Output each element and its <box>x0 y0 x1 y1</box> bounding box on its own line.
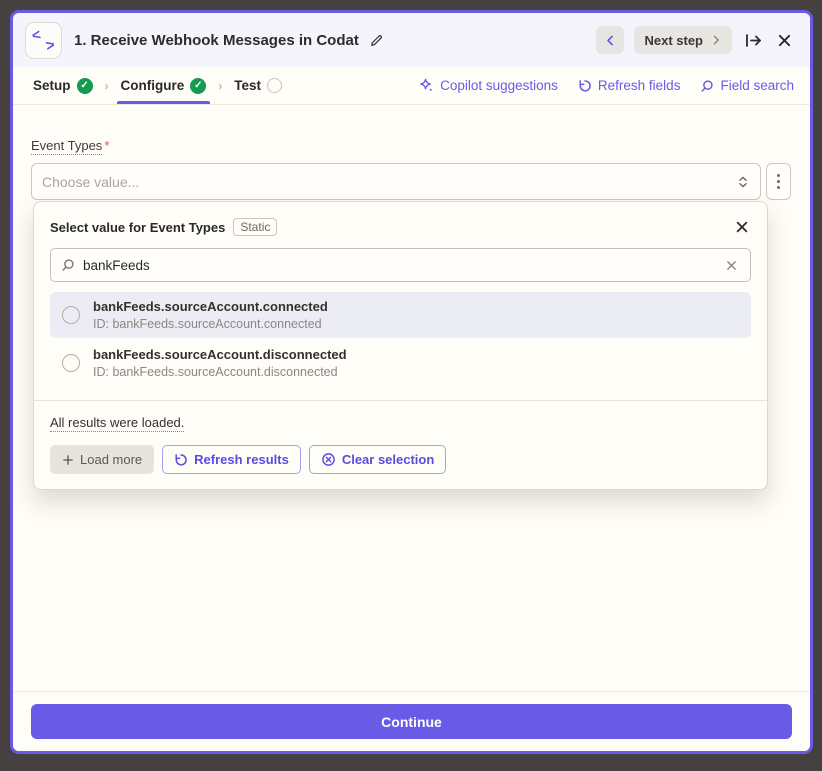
refresh-icon <box>174 453 188 467</box>
static-badge: Static <box>233 218 277 236</box>
tab-configure[interactable]: Configure ✓ <box>121 67 207 104</box>
test-incomplete-icon <box>267 78 282 93</box>
step-header: < > 1. Receive Webhook Messages in Codat… <box>13 13 810 67</box>
clear-search-button[interactable] <box>723 257 740 274</box>
refresh-results-button[interactable]: Refresh results <box>162 445 301 474</box>
continue-button[interactable]: Continue <box>31 704 792 739</box>
field-search-label: Field search <box>720 78 794 93</box>
step-title-text: 1. Receive Webhook Messages in Codat <box>74 32 359 49</box>
option-id: ID: bankFeeds.sourceAccount.connected <box>93 317 328 331</box>
tab-test[interactable]: Test <box>234 67 282 104</box>
tab-setup-label: Setup <box>33 78 71 93</box>
close-panel-button[interactable] <box>775 31 794 50</box>
results-loaded-status: All results were loaded. <box>50 415 184 432</box>
event-types-field-label: Event Types * <box>31 138 109 155</box>
select-value-modal: Select value for Event Types Static <box>33 201 768 490</box>
copilot-suggestions-label: Copilot suggestions <box>440 78 558 93</box>
previous-step-button[interactable] <box>596 26 624 54</box>
chevron-left-icon <box>604 34 617 47</box>
option-label: bankFeeds.sourceAccount.disconnected <box>93 347 347 362</box>
clear-search-icon <box>725 259 738 272</box>
modal-search-box <box>50 248 751 282</box>
modal-footer-buttons: Load more Refresh results Clear selectio… <box>50 445 751 474</box>
option-label: bankFeeds.sourceAccount.connected <box>93 299 328 314</box>
clear-selection-button[interactable]: Clear selection <box>309 445 447 474</box>
tab-separator-icon: › <box>218 79 222 93</box>
select-placeholder: Choose value... <box>42 174 736 190</box>
step-tabbar: Setup ✓ › Configure ✓ › Test Copilot sug… <box>13 67 810 105</box>
field-label-text: Event Types <box>31 138 102 155</box>
collapse-panel-icon <box>744 32 763 49</box>
search-icon <box>61 258 75 272</box>
edit-title-button[interactable] <box>367 31 386 50</box>
load-more-button[interactable]: Load more <box>50 445 154 474</box>
event-types-select[interactable]: Choose value... <box>31 163 761 200</box>
next-step-button[interactable]: Next step <box>634 26 732 54</box>
select-chevron-icon <box>736 174 750 190</box>
refresh-icon <box>578 79 592 93</box>
close-icon <box>735 220 749 234</box>
option-disconnected[interactable]: bankFeeds.sourceAccount.disconnected ID:… <box>50 340 751 386</box>
header-actions: Next step <box>596 26 794 54</box>
configure-form: Event Types * Choose value... Select val… <box>13 105 810 691</box>
option-list: bankFeeds.sourceAccount.connected ID: ba… <box>34 292 767 400</box>
clear-circle-icon <box>321 452 336 467</box>
modal-search-input[interactable] <box>83 258 715 273</box>
sparkle-icon <box>419 78 434 93</box>
refresh-results-label: Refresh results <box>194 452 289 467</box>
configure-complete-icon: ✓ <box>190 78 206 94</box>
event-types-field-row: Choose value... <box>31 163 791 200</box>
modal-footer: All results were loaded. Load more Refre… <box>34 400 767 489</box>
tab-test-label: Test <box>234 78 261 93</box>
refresh-fields-button[interactable]: Refresh fields <box>578 78 681 93</box>
step-editor-panel: < > 1. Receive Webhook Messages in Codat… <box>10 10 813 754</box>
panel-footer: Continue <box>13 691 810 751</box>
modal-search-wrap <box>34 246 767 292</box>
search-icon <box>700 79 714 93</box>
modal-header: Select value for Event Types Static <box>34 202 767 246</box>
close-icon <box>777 33 792 48</box>
chevron-right-icon <box>710 34 722 46</box>
modal-title: Select value for Event Types <box>50 220 225 235</box>
pencil-icon <box>369 33 384 48</box>
code-bracket-right-icon: > <box>45 37 57 53</box>
modal-close-button[interactable] <box>733 218 751 236</box>
field-menu-button[interactable] <box>766 163 791 200</box>
step-title: 1. Receive Webhook Messages in Codat <box>74 31 584 50</box>
plus-icon <box>62 454 74 466</box>
load-more-label: Load more <box>80 452 142 467</box>
option-connected[interactable]: bankFeeds.sourceAccount.connected ID: ba… <box>50 292 751 338</box>
tab-separator-icon: › <box>105 79 109 93</box>
radio-icon[interactable] <box>62 306 80 324</box>
radio-icon[interactable] <box>62 354 80 372</box>
required-asterisk: * <box>104 138 109 155</box>
tab-actions: Copilot suggestions Refresh fields Field… <box>419 78 794 93</box>
next-step-label: Next step <box>644 33 703 48</box>
refresh-fields-label: Refresh fields <box>598 78 681 93</box>
code-bracket-left-icon: < <box>31 27 43 43</box>
field-search-button[interactable]: Field search <box>700 78 794 93</box>
option-id: ID: bankFeeds.sourceAccount.disconnected <box>93 365 347 379</box>
tab-configure-label: Configure <box>121 78 185 93</box>
setup-complete-icon: ✓ <box>77 78 93 94</box>
copilot-suggestions-button[interactable]: Copilot suggestions <box>419 78 558 93</box>
collapse-panel-button[interactable] <box>742 30 765 51</box>
webhook-app-icon: < > <box>25 22 62 59</box>
clear-selection-label: Clear selection <box>342 452 435 467</box>
tab-setup[interactable]: Setup ✓ <box>33 67 93 104</box>
kebab-icon <box>777 174 780 177</box>
